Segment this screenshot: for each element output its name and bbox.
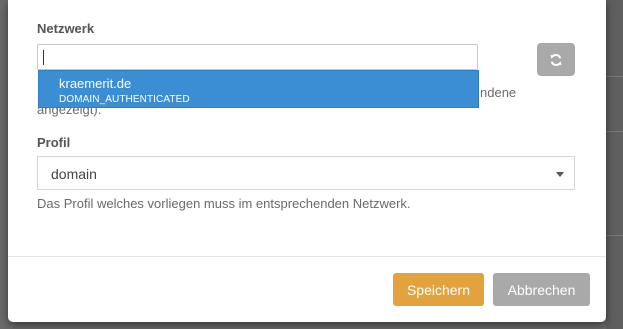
footer-divider	[8, 256, 606, 257]
network-label: Netzwerk	[37, 21, 95, 36]
cancel-button[interactable]: Abbrechen	[493, 273, 590, 306]
profile-select-value: domain	[51, 166, 97, 182]
suggestion-status: DOMAIN_AUTHENTICATED	[59, 94, 190, 105]
suggestion-name: kraemerit.de	[59, 76, 132, 91]
backdrop-line	[606, 76, 623, 77]
backdrop-line	[606, 235, 623, 236]
text-caret	[43, 50, 44, 65]
refresh-icon	[550, 53, 562, 66]
network-suggestion-item[interactable]: kraemerit.de DOMAIN_AUTHENTICATED	[38, 70, 479, 108]
network-input[interactable]	[37, 44, 478, 70]
profile-label: Profil	[37, 135, 71, 150]
chevron-down-icon	[556, 172, 564, 177]
profile-select[interactable]: domain	[37, 156, 575, 190]
network-dialog: Netzwerk ndene angezeigt). kraemerit.de …	[8, 0, 606, 322]
backdrop-line	[606, 131, 623, 132]
modal-backdrop	[606, 0, 623, 329]
profile-help-text: Das Profil welches vorliegen muss im ent…	[37, 196, 411, 211]
save-button[interactable]: Speichern	[393, 273, 484, 306]
refresh-button[interactable]	[537, 43, 575, 76]
network-hint-text: ndene	[480, 85, 517, 100]
